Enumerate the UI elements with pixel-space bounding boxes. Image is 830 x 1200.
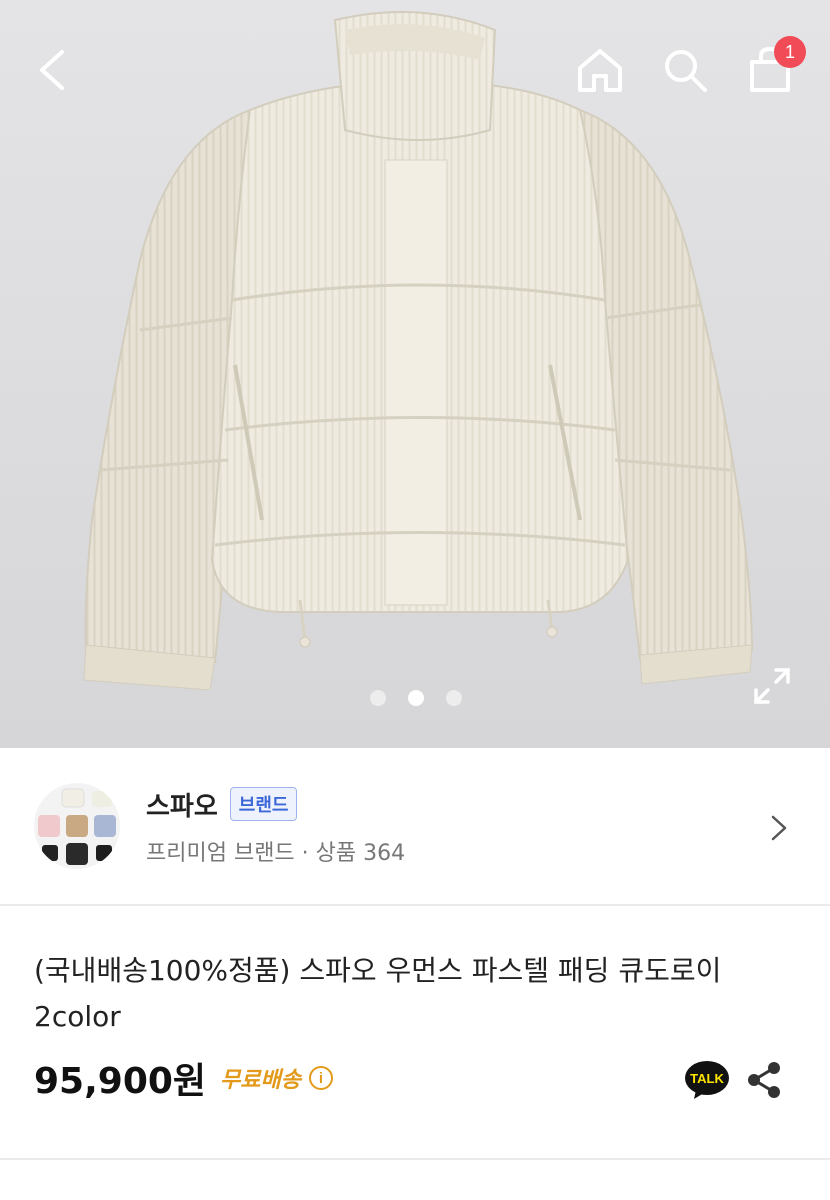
shipping-info-icon[interactable]: i — [309, 1066, 334, 1090]
pagination-dot-active[interactable] — [408, 690, 424, 706]
section-divider — [0, 1158, 830, 1160]
talk-label: TALK — [690, 1071, 724, 1086]
free-shipping-label: 무료배송 — [220, 1068, 302, 1093]
kakao-talk-icon: TALK — [685, 1061, 729, 1099]
product-photo — [83, 11, 754, 691]
gallery-pagination — [370, 690, 462, 706]
back-button[interactable] — [22, 40, 82, 100]
back-arrow-icon — [40, 50, 64, 90]
kakao-talk-button[interactable]: TALK — [684, 1060, 730, 1100]
share-button[interactable] — [746, 1060, 782, 1100]
chevron-right-icon — [771, 815, 787, 841]
brand-name: 스파오 — [146, 791, 218, 822]
pagination-dot[interactable] — [446, 690, 462, 706]
search-icon — [665, 50, 707, 92]
product-price: 95,900원 — [34, 1061, 207, 1102]
expand-icon — [754, 668, 790, 704]
brand-subtitle: 프리미엄 브랜드 · 상품 364 — [146, 840, 406, 866]
cart-button[interactable]: 1 — [740, 36, 806, 100]
section-divider — [0, 904, 830, 906]
home-button[interactable] — [570, 40, 630, 100]
cart-count-badge: 1 — [774, 36, 806, 68]
share-icon — [748, 1062, 780, 1098]
search-button[interactable] — [655, 40, 715, 100]
brand-shop-link[interactable]: 스파오 브랜드 프리미엄 브랜드 · 상품 364 — [0, 748, 830, 904]
pagination-dot[interactable] — [370, 690, 386, 706]
fullscreen-button[interactable] — [752, 666, 792, 706]
product-image-gallery[interactable]: 1 — [0, 0, 830, 748]
price-row: 95,900원 무료배송 i — [34, 1052, 334, 1104]
product-title: (국내배송100%정품) 스파오 우먼스 파스텔 패딩 큐도로이 2color — [34, 954, 722, 1033]
brand-badge: 브랜드 — [229, 787, 298, 821]
brand-logo-avatar — [34, 783, 120, 869]
home-icon — [578, 49, 622, 92]
